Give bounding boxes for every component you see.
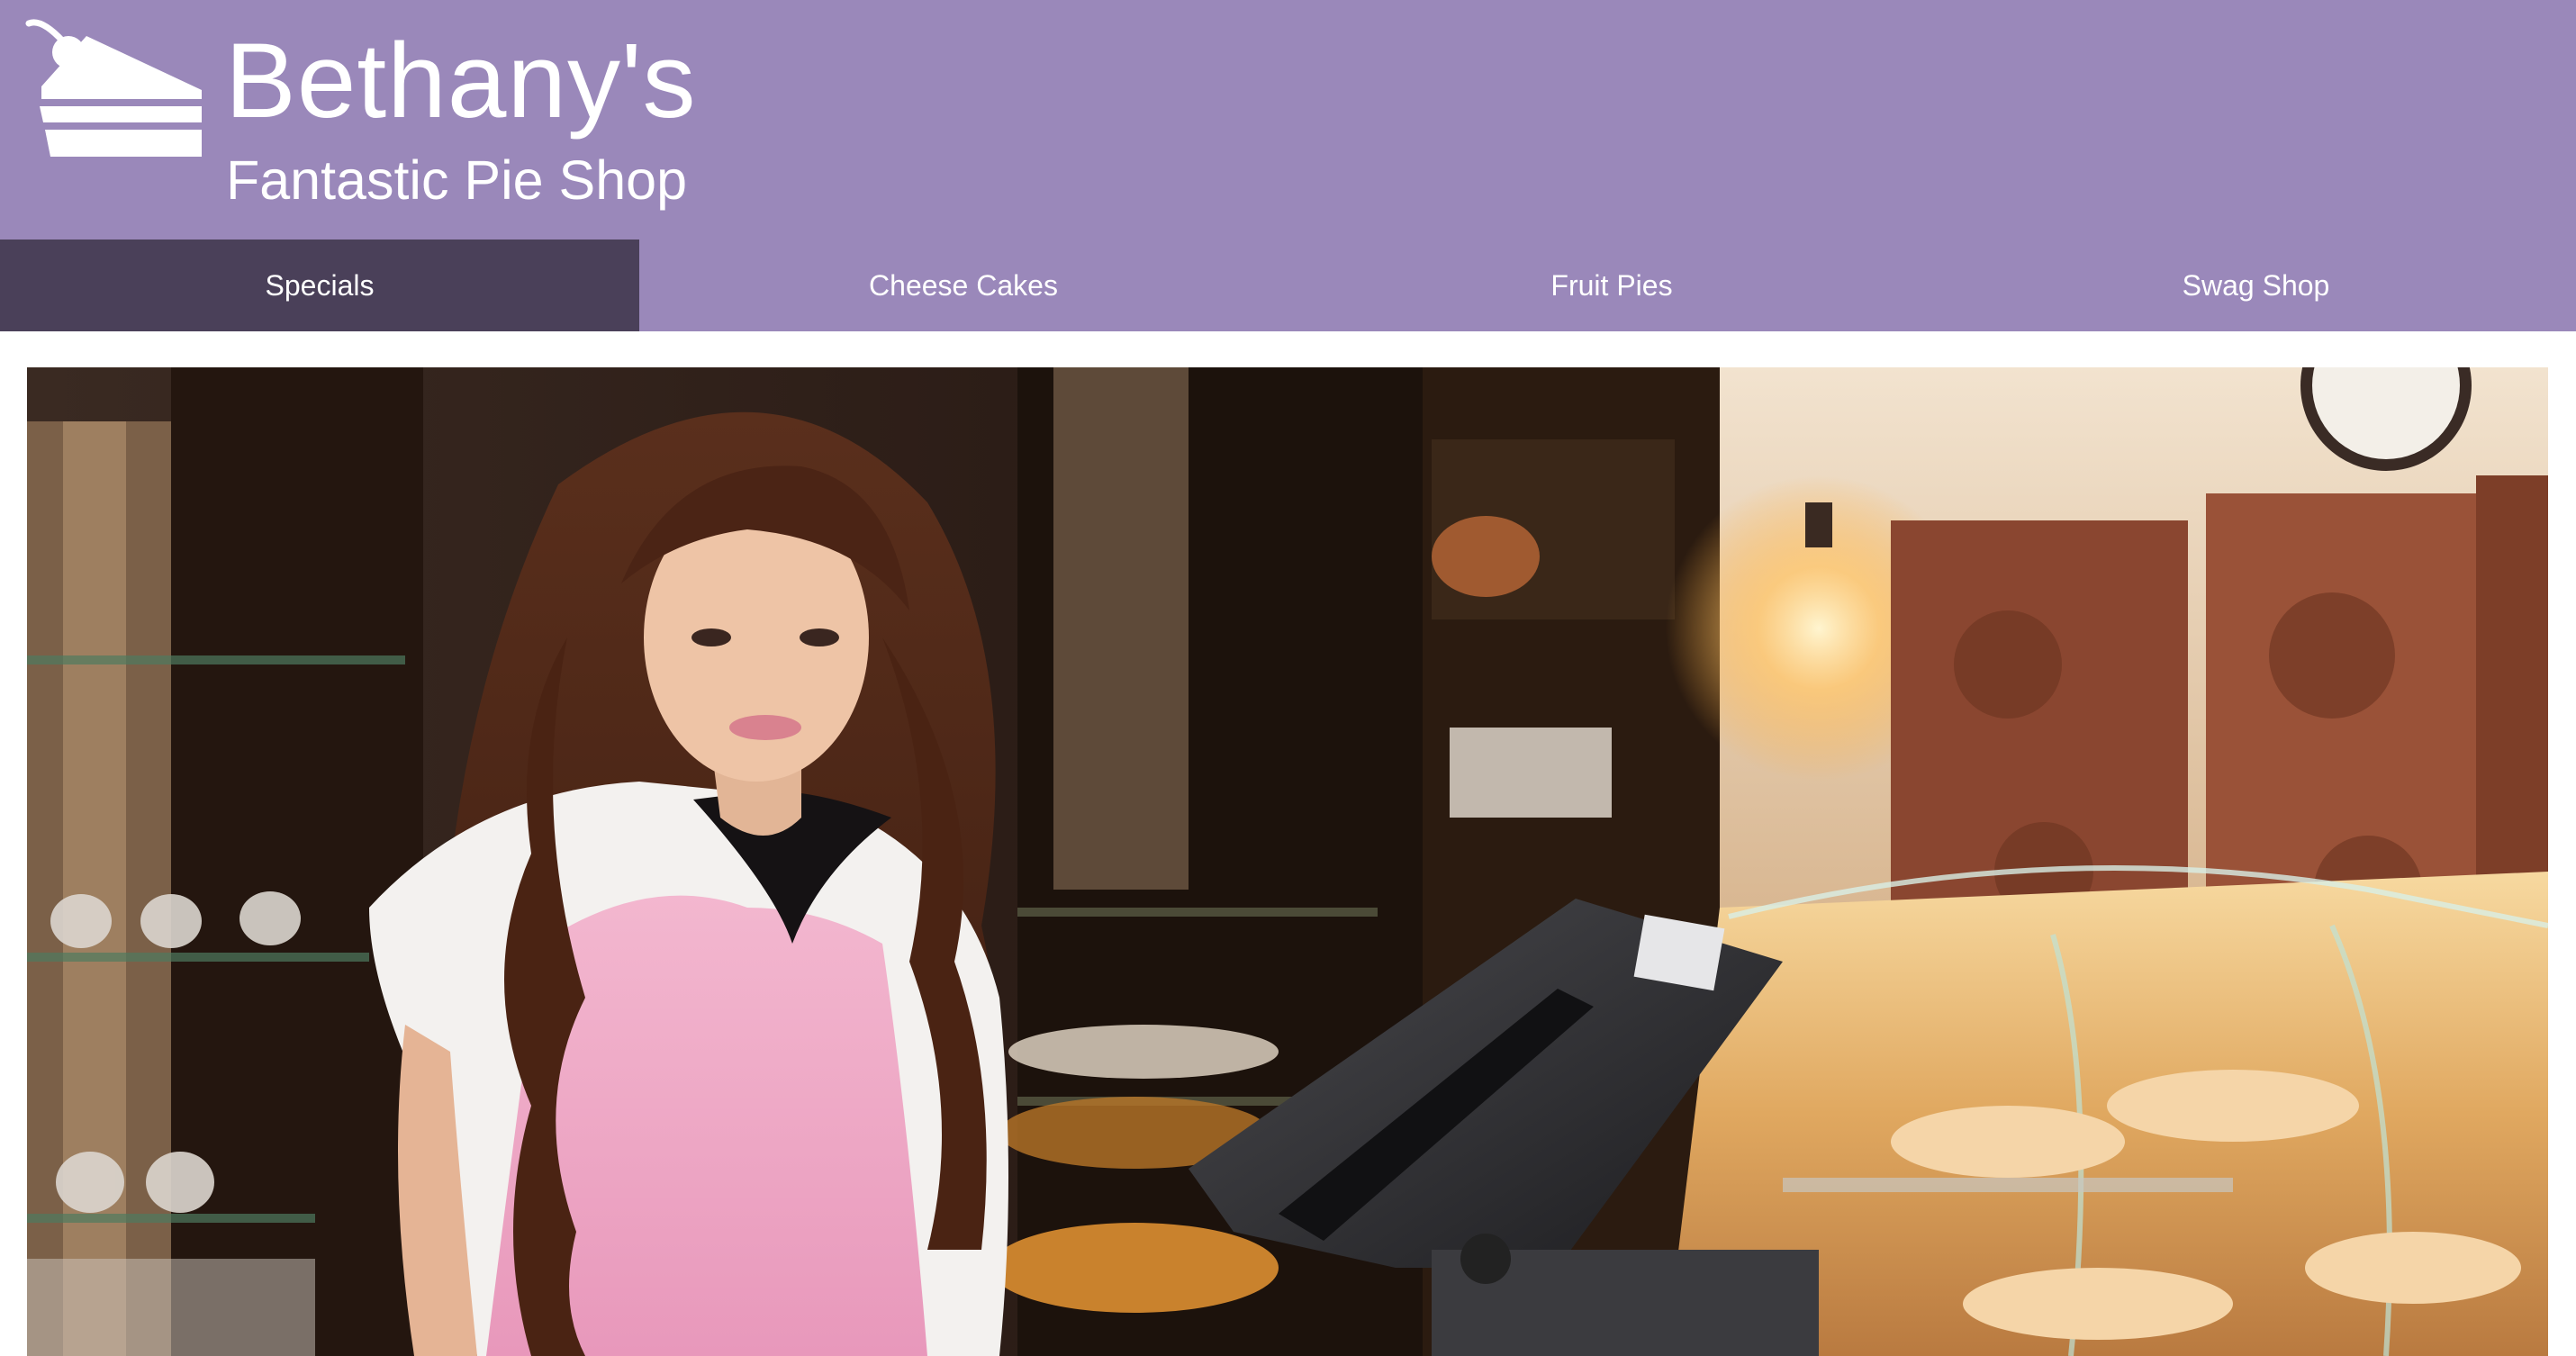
nav-item-swag-shop[interactable]: Swag Shop bbox=[1936, 240, 2576, 331]
hero-image bbox=[27, 367, 2548, 1356]
bakery-clerk-photo bbox=[27, 367, 2548, 1356]
site-header: Bethany's Fantastic Pie Shop bbox=[0, 0, 2576, 240]
nav-item-cheese-cakes[interactable]: Cheese Cakes bbox=[639, 240, 1288, 331]
brand-name[interactable]: Bethany's bbox=[225, 18, 697, 144]
brand-tagline: Fantastic Pie Shop bbox=[226, 149, 688, 211]
main-nav: Specials Cheese Cakes Fruit Pies Swag Sh… bbox=[0, 240, 2576, 331]
nav-item-fruit-pies[interactable]: Fruit Pies bbox=[1288, 240, 1936, 331]
nav-item-specials[interactable]: Specials bbox=[0, 240, 639, 331]
cake-slice-icon[interactable] bbox=[23, 16, 209, 160]
